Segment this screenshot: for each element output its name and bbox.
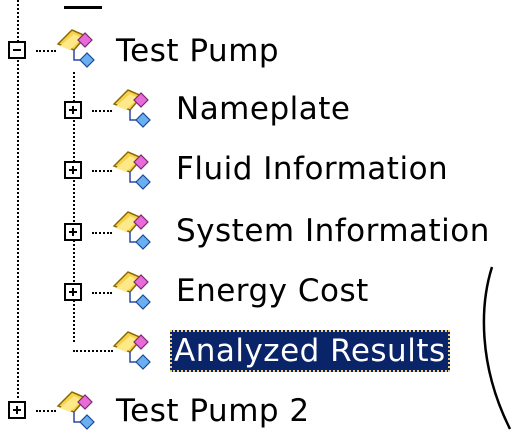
collapse-toggle[interactable] bbox=[8, 41, 26, 59]
annotation-curve bbox=[482, 266, 512, 430]
pump-component-icon bbox=[57, 391, 95, 430]
tree-node-label[interactable]: Energy Cost bbox=[176, 270, 369, 312]
pump-component-icon bbox=[113, 211, 151, 250]
tree-node-label[interactable]: Test Pump bbox=[116, 30, 279, 72]
expand-toggle[interactable] bbox=[8, 401, 26, 419]
tree-node-label[interactable]: Test Pump 2 bbox=[116, 390, 310, 432]
pump-component-icon bbox=[113, 331, 151, 370]
tree-node-label[interactable]: Fluid Information bbox=[176, 148, 448, 190]
tree-node-label-selected[interactable]: Analyzed Results bbox=[170, 330, 450, 372]
pump-component-icon bbox=[113, 271, 151, 310]
scroll-edge bbox=[64, 6, 102, 9]
tree-connector-line bbox=[17, 0, 19, 398]
pump-component-icon bbox=[57, 29, 95, 68]
expand-toggle[interactable] bbox=[64, 161, 82, 179]
expand-toggle[interactable] bbox=[64, 101, 82, 119]
expand-toggle[interactable] bbox=[64, 223, 82, 241]
pump-component-icon bbox=[113, 151, 151, 190]
expand-toggle[interactable] bbox=[64, 283, 82, 301]
tree-node-label[interactable]: System Information bbox=[176, 210, 490, 252]
tree-node-label[interactable]: Nameplate bbox=[176, 88, 350, 130]
pump-component-icon bbox=[113, 89, 151, 128]
tree-connector-line bbox=[73, 350, 113, 352]
